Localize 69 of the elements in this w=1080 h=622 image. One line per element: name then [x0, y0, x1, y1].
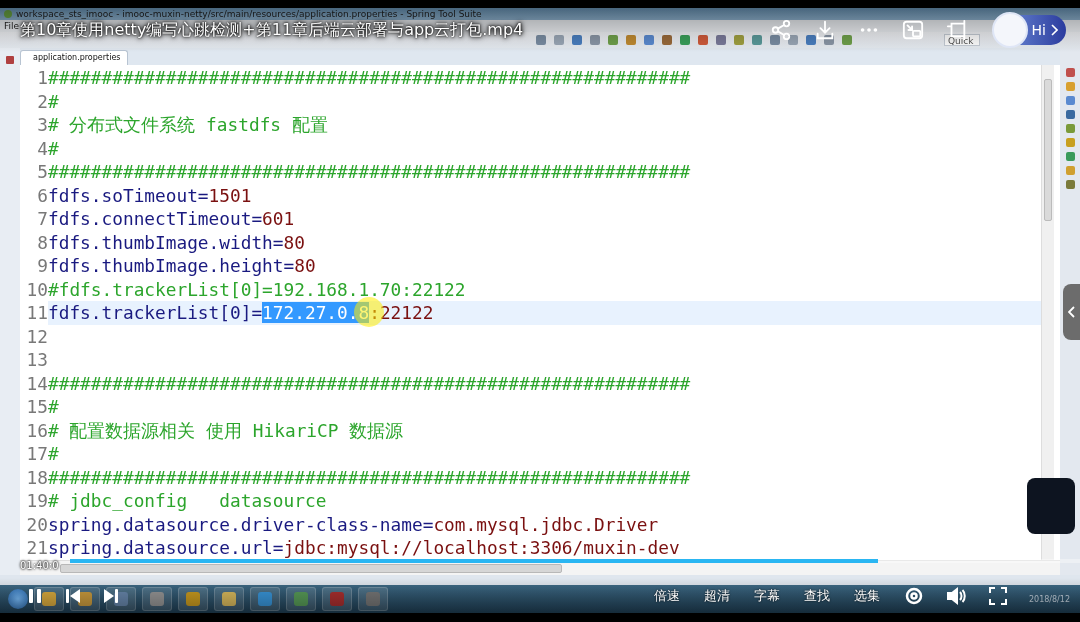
code-line: # — [48, 89, 60, 113]
line-number: 3 — [36, 113, 48, 137]
code-line: # — [48, 136, 60, 160]
code-line: # jdbc_config datasource — [48, 489, 328, 513]
code-line: # — [48, 395, 60, 419]
window-title: workspace_sts_imooc - imooc-muxin-netty/src/main/resources/application.properties - Spring Tool Suite — [16, 8, 482, 19]
side-icon[interactable] — [6, 56, 14, 64]
line-number: 15 — [25, 395, 48, 419]
line-number: 5 — [36, 160, 48, 184]
line-number: 10 — [25, 277, 48, 301]
app-logo-icon — [4, 10, 12, 18]
player-button[interactable]: 倍速 — [654, 586, 680, 605]
code-line: # 配置数据源相关 使用 HikariCP 数据源 — [48, 418, 405, 442]
next-icon[interactable] — [102, 586, 120, 605]
player-button[interactable]: 查找 — [804, 586, 830, 605]
scrollbar-thumb[interactable] — [1044, 79, 1052, 221]
code-line: # — [48, 442, 60, 466]
fullscreen-icon[interactable] — [988, 585, 1008, 606]
line-number: 19 — [25, 489, 48, 513]
code-line: ############################################################ — [48, 160, 692, 184]
code-line: # 分布式文件系统 fastdfs 配置 — [48, 113, 329, 137]
menu-item[interactable]: File — [4, 20, 20, 32]
line-number: 18 — [25, 465, 48, 489]
code-line: ############################################################ — [48, 371, 692, 395]
video-title: 第10章使用netty编写心跳检测+第11章后端云部署与app云打包.mp4 — [20, 19, 524, 41]
line-number: 8 — [36, 230, 48, 254]
collapse-handle[interactable] — [1063, 284, 1080, 340]
code-line: spring.datasource.url=jdbc:mysql://localhost:3306/muxin-dev — [48, 536, 681, 560]
chevron-icon — [1067, 306, 1076, 318]
ring-icon[interactable] — [904, 585, 924, 606]
side-panel[interactable] — [1027, 478, 1075, 534]
player-button[interactable]: 超清 — [704, 586, 730, 605]
chevron-icon — [1050, 24, 1058, 36]
picture-in-picture-icon[interactable] — [901, 19, 924, 41]
line-number: 21 — [25, 536, 48, 560]
line-number: 1 — [36, 66, 48, 90]
player-button[interactable]: 选集 — [854, 586, 880, 605]
code-line: fdfs.connectTimeout=601 — [48, 207, 296, 231]
line-number: 2 — [36, 89, 48, 113]
code-line: ############################################################ — [48, 66, 692, 90]
progress-track[interactable] — [70, 559, 1080, 563]
code-line: ############################################################ — [48, 465, 692, 489]
line-number: 12 — [25, 324, 48, 348]
line-number: 6 — [36, 183, 48, 207]
code-line: fdfs.thumbImage.height=80 — [48, 254, 317, 278]
code-line: #fdfs.trackerList[0]=192.168.1.70:22122 — [48, 277, 467, 301]
previous-icon[interactable] — [64, 586, 82, 605]
share-icon[interactable] — [769, 19, 792, 41]
volume-icon[interactable] — [946, 585, 966, 606]
line-number: 14 — [25, 371, 48, 395]
line-number: 16 — [25, 418, 48, 442]
line-number: 13 — [25, 348, 48, 372]
line-number: 17 — [25, 442, 48, 466]
scrollbar-thumb[interactable] — [60, 564, 562, 573]
clock-date: 2018/8/12 — [1028, 594, 1070, 604]
quick-access-field[interactable]: Quick — [944, 34, 980, 46]
pause-icon[interactable] — [26, 586, 44, 605]
line-number: 9 — [36, 254, 48, 278]
code-line: spring.datasource.driver-class-name=com.mysql.jdbc.Driver — [48, 512, 660, 536]
line-number: 20 — [25, 512, 48, 536]
code-line: fdfs.thumbImage.width=80 — [48, 230, 306, 254]
editor-tab[interactable]: application.properties — [20, 50, 128, 65]
player-button[interactable]: 字幕 — [754, 586, 780, 605]
start-button[interactable] — [8, 589, 28, 609]
line-number: 4 — [36, 136, 48, 160]
time-label: 01:40:0 — [20, 560, 59, 571]
code-line: fdfs.soTimeout=1501 — [48, 183, 253, 207]
line-number: 7 — [36, 207, 48, 231]
line-number: 11 — [25, 301, 48, 325]
